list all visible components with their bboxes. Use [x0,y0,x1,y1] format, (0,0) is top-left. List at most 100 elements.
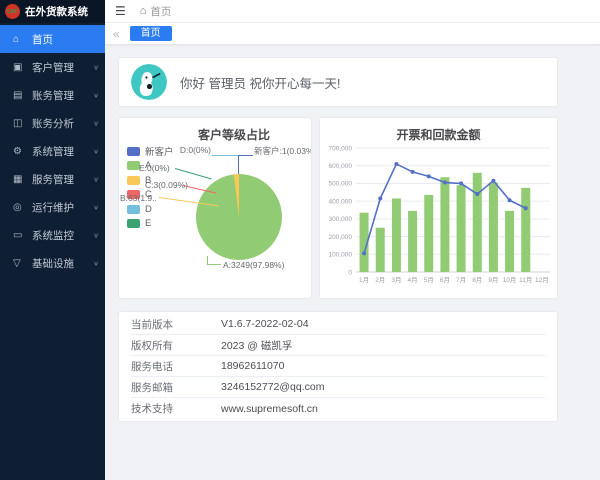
chevron-down-icon: ∨ [93,175,99,182]
callout-line [207,256,208,264]
info-label: 服务电话 [131,359,221,374]
legend-swatch [127,219,140,228]
topbar: ☰ ⌂ 首页 [105,0,600,23]
sidebar-item-首页[interactable]: ⌂首页 [0,25,105,53]
app-title: 在外货款系统 [25,4,88,19]
breadcrumb: ⌂ 首页 [140,4,172,19]
callout-line [238,155,239,174]
chevron-down-icon: ∨ [93,147,99,154]
chevron-down-icon: ∨ [93,259,99,266]
info-row-服务邮箱: 服务邮箱3246152772@qq.com [131,377,545,398]
chevron-down-icon: ∨ [93,119,99,126]
sidebar-item-系统管理[interactable]: ⚙ 系统管理∨ [0,137,105,165]
greeting-text: 你好 管理员 祝你开心每一天! [180,73,340,92]
sidebar-item-账务管理[interactable]: ▤ 账务管理∨ [0,81,105,109]
sidebar-item-label: 客户管理 [32,60,93,75]
pie-chart-title: 客户等级占比 [119,126,311,143]
chart-row: 客户等级占比 新客户ABCDE D:0(0%)新客户:1(0.03%)E:0(0… [118,117,558,299]
info-row-版权所有: 版权所有2023 @ 磁凯孚 [131,335,545,356]
sidebar-item-基础设施[interactable]: ▽基础设施∨ [0,249,105,277]
sidebar-item-运行维护[interactable]: ◎ 运行维护∨ [0,193,105,221]
svg-text:5月: 5月 [424,276,434,284]
chevron-down-icon: ∨ [93,231,99,238]
callout-line [175,168,212,179]
svg-text:300,000: 300,000 [329,216,353,223]
operation-maintenance-icon: ◎ [13,202,26,213]
hamburger-menu-icon[interactable]: ☰ [115,4,126,18]
pie-callout-label: A:3249(97.98%) [223,260,284,270]
service-management-icon: ▦ [13,174,26,185]
svg-text:500,000: 500,000 [329,181,353,188]
billing-management-icon: ▤ [13,90,26,101]
tabbar: « 首页 [105,23,600,45]
callout-line [239,155,253,156]
info-label: 版权所有 [131,338,221,353]
greeting-card: 你好 管理员 祝你开心每一天! [118,57,558,107]
main-area: ☰ ⌂ 首页 « 首页 你好 管理员 祝你开心每一天! 客户等级占比 新客户AB [105,0,600,480]
svg-text:9月: 9月 [488,276,498,284]
bar-line-chart[interactable]: 0100,000200,000300,000400,000500,000600,… [320,140,557,299]
sidebar-item-服务管理[interactable]: ▦服务管理∨ [0,165,105,193]
breadcrumb-label[interactable]: 首页 [150,4,171,19]
legend-label: D [145,204,152,215]
sidebar: CKF 在外货款系统 ⌂首页▣客户管理∨▤账务管理∨◫账务分析∨⚙系统管理∨▦服… [0,0,105,480]
svg-text:12月: 12月 [535,276,549,284]
legend-item-新客户[interactable]: 新客户 [127,144,174,159]
svg-text:4月: 4月 [408,276,418,284]
chevron-down-icon: ∨ [93,91,99,98]
sidebar-item-label: 运行维护 [32,200,93,215]
info-value: 3246152772@qq.com [221,381,325,393]
info-label: 当前版本 [131,317,221,332]
callout-line [207,264,221,265]
svg-text:3月: 3月 [391,276,401,284]
legend-item-D[interactable]: D [127,202,174,217]
svg-text:6月: 6月 [440,276,450,284]
info-label: 技术支持 [131,401,221,416]
chevron-down-icon: ∨ [93,63,99,70]
svg-text:200,000: 200,000 [329,234,353,241]
pie-chart[interactable] [196,174,282,260]
pie-callout-label: C:3(0.09%) [145,180,188,190]
legend-item-E[interactable]: E [127,217,174,232]
tab-home[interactable]: 首页 [130,26,172,41]
pie-callout-label: 新客户:1(0.03%) [254,145,312,157]
svg-text:700,000: 700,000 [329,145,353,152]
info-row-当前版本: 当前版本V1.6.7-2022-02-04 [131,314,545,335]
sidebar-item-系统监控[interactable]: ▭ 系统监控∨ [0,221,105,249]
info-row-技术支持: 技术支持www.supremesoft.cn [131,398,545,419]
content: 你好 管理员 祝你开心每一天! 客户等级占比 新客户ABCDE D:0(0%)新… [105,45,558,422]
system-monitor-icon: ▭ [13,230,26,241]
infrastructure-icon: ▽ [13,258,26,269]
svg-text:10月: 10月 [503,276,517,284]
billing-analysis-icon: ◫ [13,118,26,129]
callout-line [212,155,238,156]
system-management-icon: ⚙ [13,146,26,157]
pie-callout-label: B:63(1.9.. [120,193,157,203]
avatar [131,64,167,100]
sidebar-item-label: 系统监控 [32,228,93,243]
sidebar-item-label: 系统管理 [32,144,93,159]
svg-text:0: 0 [348,269,352,276]
home-icon: ⌂ [13,34,26,45]
chevron-down-icon: ∨ [93,203,99,210]
svg-text:400,000: 400,000 [329,198,353,205]
pie-callout-label: E:0(0%) [139,163,170,173]
legend-label: E [145,218,151,229]
info-label: 服务邮箱 [131,380,221,395]
pie-callout-label: D:0(0%) [175,145,211,155]
home-icon[interactable]: ⌂ [140,5,147,17]
svg-text:7月: 7月 [456,276,466,284]
svg-text:100,000: 100,000 [329,252,353,259]
sidebar-item-客户管理[interactable]: ▣客户管理∨ [0,53,105,81]
sidebar-item-label: 账务管理 [32,88,93,103]
sidebar-item-账务分析[interactable]: ◫账务分析∨ [0,109,105,137]
info-row-服务电话: 服务电话18962611070 [131,356,545,377]
info-value: 2023 @ 磁凯孚 [221,338,292,353]
tab-scroll-left-icon[interactable]: « [113,27,120,41]
svg-text:2月: 2月 [375,276,385,284]
logo-bar: CKF 在外货款系统 [0,0,105,23]
sidebar-menu: ⌂首页▣客户管理∨▤账务管理∨◫账务分析∨⚙系统管理∨▦服务管理∨◎运行维护∨▭… [0,25,105,277]
svg-text:8月: 8月 [472,276,482,284]
legend-swatch [127,176,140,185]
legend-swatch [127,205,140,214]
